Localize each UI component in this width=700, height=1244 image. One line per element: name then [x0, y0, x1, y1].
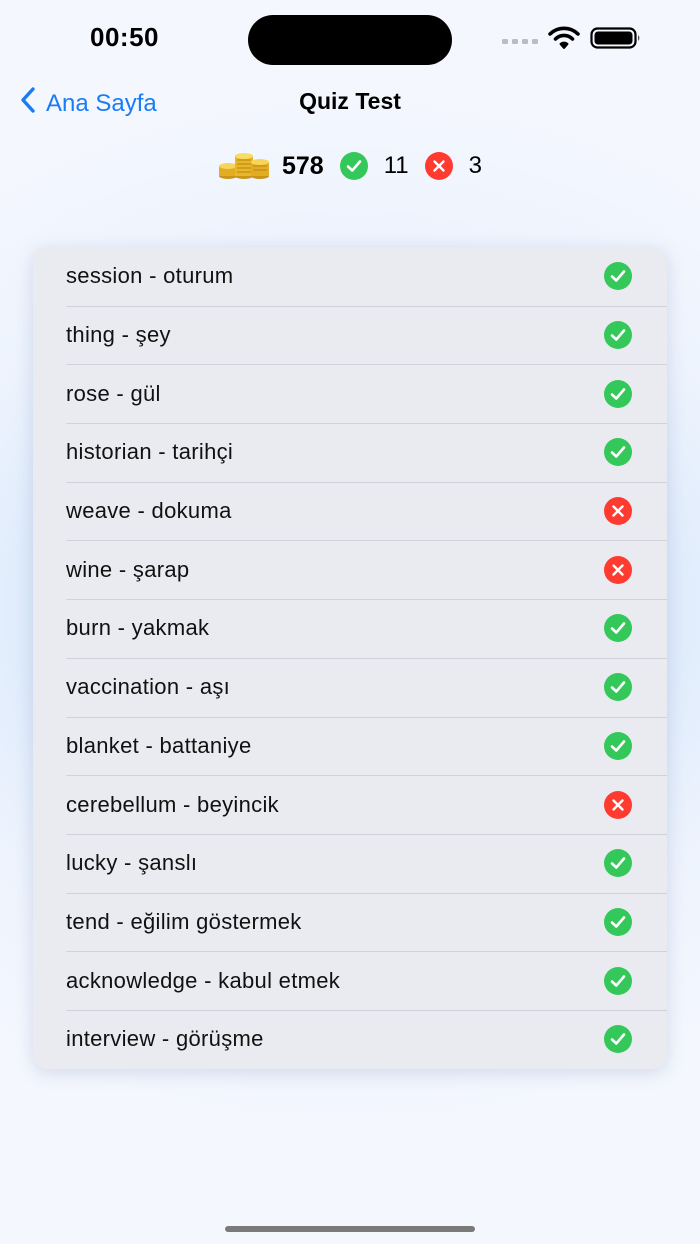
list-item[interactable]: interview - görüşme	[33, 1009, 667, 1069]
correct-checkmark-icon	[339, 152, 368, 180]
list-item[interactable]: session - oturum	[33, 247, 667, 306]
word-pair-label: historian - tarihçi	[66, 439, 234, 465]
correct-count: 11	[383, 152, 409, 179]
list-item[interactable]: burn - yakmak	[33, 599, 667, 658]
correct-checkmark-icon	[604, 731, 632, 760]
list-item[interactable]: acknowledge - kabul etmek	[33, 951, 667, 1010]
word-pair-label: vaccination - aşı	[66, 674, 231, 700]
word-pair-label: session - oturum	[66, 263, 234, 289]
wrong-x-icon	[604, 790, 632, 819]
list-item[interactable]: rose - gül	[33, 364, 667, 423]
list-item[interactable]: cerebellum - beyincik	[33, 775, 667, 834]
correct-checkmark-icon	[604, 321, 632, 350]
wifi-icon	[548, 26, 580, 55]
word-pair-label: blanket - battaniye	[66, 732, 252, 758]
dynamic-island	[248, 15, 452, 65]
word-pair-label: burn - yakmak	[66, 615, 210, 641]
word-pair-label: thing - şey	[66, 322, 171, 348]
correct-checkmark-icon	[604, 907, 632, 936]
correct-checkmark-icon	[604, 966, 632, 995]
correct-checkmark-icon	[604, 673, 632, 702]
wrong-x-icon	[604, 497, 632, 526]
gold-coins-icon	[218, 148, 270, 185]
correct-checkmark-icon	[604, 379, 632, 408]
correct-checkmark-icon	[604, 262, 632, 291]
word-pair-label: acknowledge - kabul etmek	[66, 967, 341, 993]
correct-checkmark-icon	[604, 614, 632, 643]
word-pair-label: wine - şarap	[66, 556, 190, 582]
word-pair-label: interview - görüşme	[66, 1026, 264, 1052]
list-item[interactable]: wine - şarap	[33, 540, 667, 599]
results-list: session - oturum thing - şey rose - gül his…	[33, 247, 667, 1069]
battery-icon	[590, 27, 642, 54]
correct-checkmark-icon	[604, 438, 632, 467]
word-pair-label: lucky - şanslı	[66, 850, 198, 876]
correct-checkmark-icon	[604, 849, 632, 878]
wrong-count: 3	[468, 152, 482, 179]
wrong-x-icon	[604, 555, 632, 584]
list-item[interactable]: lucky - şanslı	[33, 833, 667, 893]
list-item[interactable]: historian - tarihçi	[33, 423, 667, 482]
home-indicator[interactable]	[225, 1226, 475, 1232]
status-time: 00:50	[90, 22, 159, 52]
word-pair-label: cerebellum - beyincik	[66, 791, 279, 817]
list-item[interactable]: thing - şey	[33, 305, 667, 365]
navigation-bar: Ana Sayfa Quiz Test	[0, 80, 700, 124]
word-pair-label: tend - eğilim göstermek	[66, 908, 302, 934]
coin-count: 578	[282, 151, 324, 180]
wrong-x-icon	[424, 152, 453, 180]
list-item[interactable]: vaccination - aşı	[33, 657, 667, 717]
cellular-signal-icon	[502, 32, 538, 50]
status-icons	[502, 26, 642, 55]
score-summary: 578 11 3	[0, 148, 700, 184]
word-pair-label: weave - dokuma	[66, 498, 232, 524]
status-bar: 00:50	[0, 0, 700, 80]
page-title: Quiz Test	[299, 88, 401, 114]
list-item[interactable]: blanket - battaniye	[33, 716, 667, 776]
list-item[interactable]: tend - eğilim göstermek	[33, 892, 667, 952]
list-item[interactable]: weave - dokuma	[33, 481, 667, 541]
correct-checkmark-icon	[604, 1025, 632, 1054]
word-pair-label: rose - gül	[66, 380, 161, 406]
